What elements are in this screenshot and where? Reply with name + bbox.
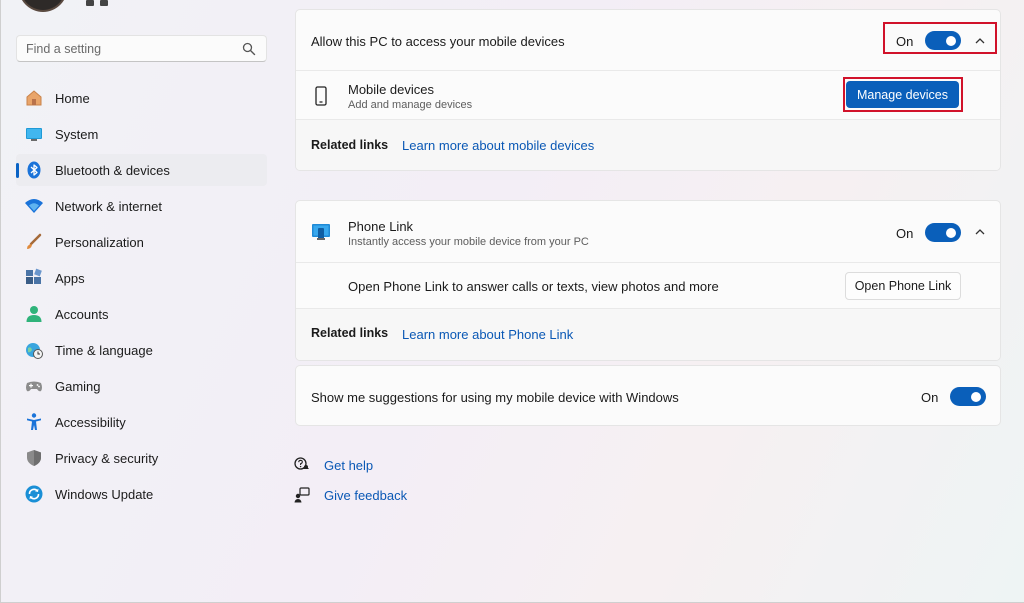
allow-access-title: Allow this PC to access your mobile devi… (311, 34, 565, 49)
sidebar-item-label: Apps (55, 270, 85, 286)
open-phone-link-text: Open Phone Link to answer calls or texts… (348, 279, 719, 294)
sidebar-item-label: Home (55, 90, 90, 106)
sidebar-item-network[interactable]: Network & internet (16, 190, 267, 222)
phone-icon (315, 86, 327, 106)
sidebar-item-privacy-security[interactable]: Privacy & security (16, 442, 267, 474)
help-icon (294, 457, 309, 470)
allow-access-row[interactable]: Allow this PC to access your mobile devi… (296, 10, 1000, 71)
system-icon (24, 124, 44, 144)
phone-link-title: Phone Link (348, 219, 414, 234)
allow-access-toggle[interactable] (925, 31, 961, 50)
suggestions-toggle-label: On (921, 390, 939, 405)
get-help-link[interactable]: Get help (324, 458, 373, 473)
sidebar-item-label: Time & language (55, 342, 153, 358)
sidebar-item-personalization[interactable]: Personalization (16, 226, 267, 258)
sidebar-item-accessibility[interactable]: Accessibility (16, 406, 267, 438)
apps-icon (24, 268, 44, 288)
globe-clock-icon (24, 340, 44, 360)
sidebar-item-accounts[interactable]: Accounts (16, 298, 267, 330)
learn-more-mobile-devices-link[interactable]: Learn more about mobile devices (402, 138, 594, 153)
sidebar-item-label: Privacy & security (55, 450, 159, 466)
phone-link-card: Phone Link Instantly access your mobile … (295, 200, 1001, 361)
accessibility-icon (24, 412, 44, 432)
home-icon (24, 88, 44, 108)
suggestions-title: Show me suggestions for using my mobile … (311, 390, 679, 405)
phone-link-related-links-row: Related links Learn more about Phone Lin… (296, 309, 1000, 360)
give-feedback-row[interactable]: Give feedback (294, 487, 407, 503)
learn-more-phone-link-link[interactable]: Learn more about Phone Link (402, 327, 573, 342)
sidebar-item-label: Personalization (55, 234, 144, 250)
sidebar-item-bluetooth-devices[interactable]: Bluetooth & devices (16, 154, 267, 186)
phone-link-toggle[interactable] (925, 223, 961, 242)
related-links-label: Related links (311, 138, 389, 152)
sidebar-item-label: Bluetooth & devices (55, 162, 170, 178)
shield-icon (24, 448, 44, 468)
search-icon[interactable] (242, 42, 256, 56)
related-links-label: Related links (311, 326, 389, 340)
mobile-devices-title: Mobile devices (348, 82, 434, 97)
brush-icon (24, 232, 44, 252)
sidebar-item-label: System (55, 126, 99, 142)
sidebar-item-label: Accounts (55, 306, 109, 322)
sidebar-item-label: Accessibility (55, 414, 126, 430)
open-phone-link-button[interactable]: Open Phone Link (845, 272, 961, 300)
mobile-devices-card: Allow this PC to access your mobile devi… (295, 9, 1001, 171)
user-name (86, 0, 122, 6)
sidebar-item-label: Network & internet (55, 198, 162, 214)
sidebar-item-home[interactable]: Home (16, 82, 267, 114)
suggestions-row[interactable]: Show me suggestions for using my mobile … (296, 366, 1000, 425)
search-box[interactable] (16, 35, 267, 62)
sidebar-item-label: Windows Update (55, 486, 154, 502)
accounts-icon (24, 304, 44, 324)
mobile-devices-row: Mobile devices Add and manage devices Ma… (296, 71, 1000, 120)
wifi-icon (24, 196, 44, 216)
sidebar-item-gaming[interactable]: Gaming (16, 370, 267, 402)
feedback-icon (294, 487, 310, 503)
open-phone-link-row: Open Phone Link to answer calls or texts… (296, 263, 1000, 309)
chevron-up-icon[interactable] (974, 226, 986, 238)
chevron-up-icon[interactable] (974, 35, 986, 47)
allow-access-toggle-label: On (896, 34, 914, 49)
mobile-related-links-row: Related links Learn more about mobile de… (296, 120, 1000, 170)
sidebar-item-time-language[interactable]: Time & language (16, 334, 267, 366)
update-icon (24, 484, 44, 504)
sidebar-item-label: Gaming (55, 378, 101, 394)
get-help-row[interactable]: Get help (294, 457, 373, 473)
search-input[interactable] (17, 36, 227, 61)
sidebar-nav: Home System Bluetooth & devices Network … (16, 82, 267, 514)
phone-link-row[interactable]: Phone Link Instantly access your mobile … (296, 201, 1000, 263)
phone-link-icon (312, 224, 330, 240)
avatar[interactable] (18, 0, 68, 12)
sidebar-item-system[interactable]: System (16, 118, 267, 150)
suggestions-card: Show me suggestions for using my mobile … (295, 365, 1001, 426)
bluetooth-icon (24, 160, 44, 180)
give-feedback-link[interactable]: Give feedback (324, 488, 407, 503)
phone-link-subtitle: Instantly access your mobile device from… (348, 236, 589, 248)
phone-link-toggle-label: On (896, 226, 914, 241)
sidebar-item-apps[interactable]: Apps (16, 262, 267, 294)
mobile-devices-subtitle: Add and manage devices (348, 99, 473, 111)
manage-devices-button[interactable]: Manage devices (846, 81, 959, 108)
suggestions-toggle[interactable] (950, 387, 986, 406)
sidebar-item-windows-update[interactable]: Windows Update (16, 478, 267, 510)
gamepad-icon (24, 376, 44, 396)
